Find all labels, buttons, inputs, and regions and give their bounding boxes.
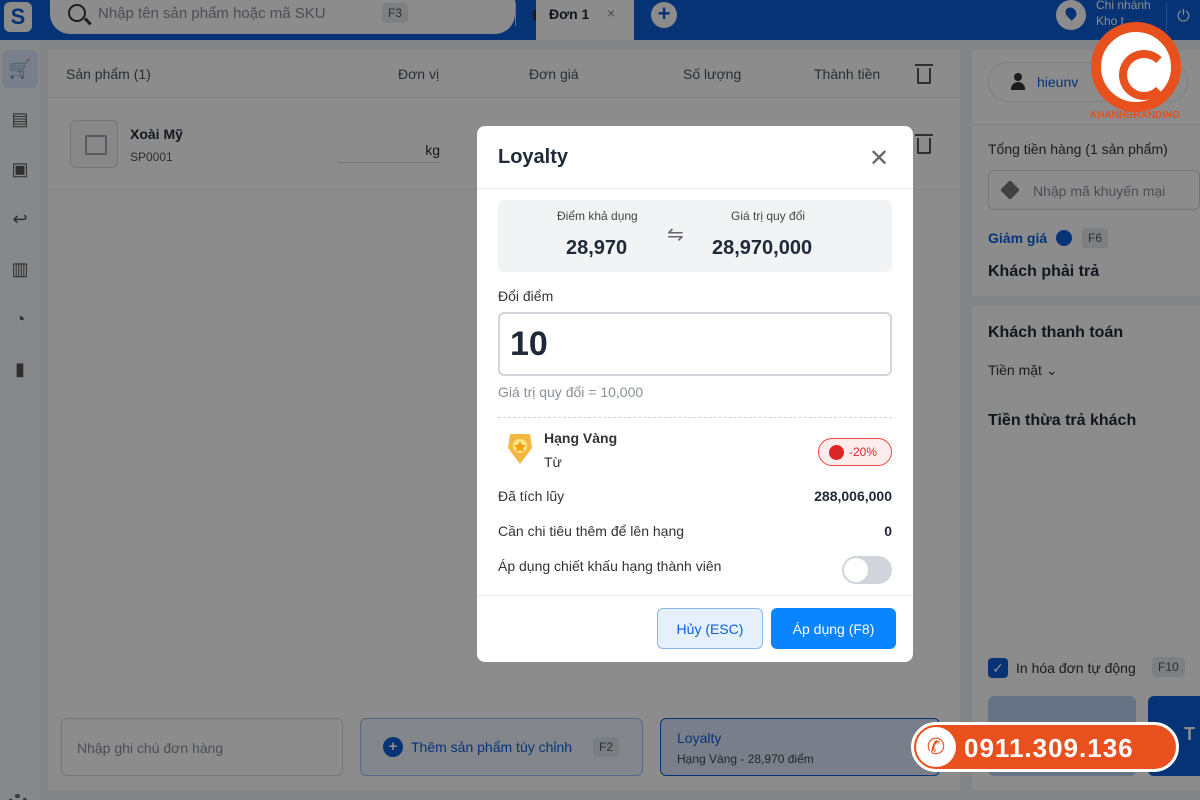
apply-rank-discount-toggle[interactable] [842, 556, 892, 584]
modal-footer-divider [477, 595, 913, 596]
gold-rank-icon [508, 434, 532, 464]
apply-rank-discount-label: Áp dụng chiết khấu hạng thành viên [498, 558, 722, 574]
modal-title: Loyalty [498, 146, 569, 168]
discount-icon [829, 445, 844, 460]
redeem-points-input[interactable] [498, 312, 892, 376]
apply-button[interactable]: Áp dụng (F8) [771, 608, 896, 649]
rank-discount-value: -20% [849, 445, 878, 459]
phone-banner: ✆ 0911.309.136 [911, 722, 1179, 772]
modal-header-divider [477, 188, 913, 189]
exchange-value-label: Giá trị quy đổi [731, 209, 806, 223]
rank-from: Từ [544, 454, 562, 470]
available-points-value: 28,970 [566, 237, 628, 259]
accumulated-value: 288,006,000 [814, 488, 892, 504]
dashed-divider [498, 417, 892, 418]
redeem-label: Đổi điểm [498, 288, 554, 304]
available-points-label: Điểm khả dụng [557, 209, 638, 223]
exchange-value: 28,970,000 [712, 237, 813, 259]
rank-name: Hạng Vàng [544, 430, 618, 446]
loyalty-modal: Loyalty ✕ Điểm khả dụng 28,970 ⇋ Giá trị… [477, 126, 913, 662]
to-next-rank-label: Cần chi tiêu thêm để lên hạng [498, 523, 685, 539]
rank-discount-badge: -20% [818, 438, 892, 466]
phone-icon: ✆ [916, 727, 956, 767]
swap-icon: ⇋ [667, 224, 684, 246]
to-next-rank-value: 0 [884, 523, 892, 539]
redeem-hint: Giá trị quy đổi = 10,000 [498, 384, 644, 400]
brand-watermark: KHANHBRANDING [1090, 110, 1180, 121]
points-summary: Điểm khả dụng 28,970 ⇋ Giá trị quy đổi 2… [498, 200, 892, 272]
brand-logo-icon [1091, 22, 1181, 112]
phone-number: 0911.309.136 [964, 733, 1134, 763]
accumulated-label: Đã tích lũy [498, 488, 565, 504]
cancel-button[interactable]: Hủy (ESC) [657, 608, 763, 649]
close-icon[interactable]: ✕ [867, 144, 891, 173]
